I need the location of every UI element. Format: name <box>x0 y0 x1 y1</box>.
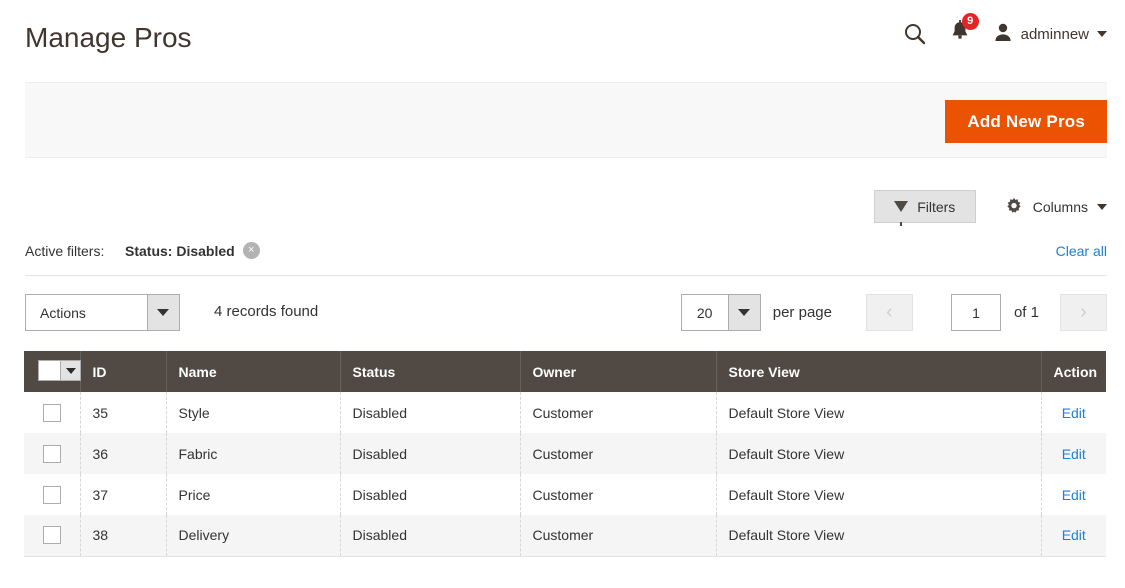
column-header-status[interactable]: Status <box>340 351 521 392</box>
cell-action: Edit <box>1041 515 1106 557</box>
row-checkbox[interactable] <box>42 403 61 422</box>
checkbox-box <box>39 361 60 380</box>
cell-store-view: Default Store View <box>716 392 1042 433</box>
columns-dropdown[interactable]: Columns <box>1004 197 1107 217</box>
cell-store-view: Default Store View <box>716 433 1042 474</box>
active-filter-text: Status: Disabled <box>125 242 235 259</box>
search-icon[interactable] <box>903 22 927 46</box>
column-header-action: Action <box>1041 351 1106 392</box>
grid-header-row: ID Name Status Owner Store View Action <box>24 351 1106 392</box>
pros-data-grid: ID Name Status Owner Store View Action 3… <box>24 351 1106 557</box>
cell-status: Disabled <box>340 474 521 515</box>
filters-button[interactable]: Filters <box>873 190 976 226</box>
records-found-text: 4 records found <box>214 303 319 320</box>
row-checkbox[interactable] <box>42 444 61 463</box>
filters-label: Filters <box>917 198 956 215</box>
close-icon[interactable]: × <box>242 242 260 259</box>
cell-owner: Customer <box>520 392 717 433</box>
per-page-value: 20 <box>696 304 713 321</box>
cell-owner: Customer <box>520 474 717 515</box>
column-header-owner[interactable]: Owner <box>520 351 717 392</box>
row-select-cell <box>24 392 81 433</box>
table-row[interactable]: 37 Price Disabled Customer Default Store… <box>24 474 1106 515</box>
table-row[interactable]: 38 Delivery Disabled Customer Default St… <box>24 515 1106 557</box>
active-filters-bar: Active filters: Status: Disabled × Clear… <box>25 240 1107 276</box>
cell-name: Style <box>166 392 341 433</box>
user-menu[interactable]: adminnew <box>993 22 1107 47</box>
cell-id: 35 <box>80 392 167 433</box>
actions-select[interactable]: Actions <box>25 294 180 331</box>
admin-grid-page: Manage Pros 9 adminnew Add New Pros Filt… <box>0 0 1125 588</box>
clear-all-link[interactable]: Clear all <box>1056 243 1107 259</box>
page-title: Manage Pros <box>25 22 192 53</box>
page-actions-band: Add New Pros <box>25 82 1107 158</box>
columns-label: Columns <box>1032 198 1088 215</box>
edit-link[interactable]: Edit <box>1062 446 1086 462</box>
chevron-down-icon <box>727 295 760 330</box>
cell-owner: Customer <box>520 515 717 557</box>
user-avatar-icon <box>993 22 1013 47</box>
user-name: adminnew <box>1020 25 1089 43</box>
cell-name: Delivery <box>166 515 341 557</box>
cell-status: Disabled <box>340 392 521 433</box>
column-header-name[interactable]: Name <box>166 351 341 392</box>
table-row[interactable]: 36 Fabric Disabled Customer Default Stor… <box>24 433 1106 474</box>
notification-count-badge: 9 <box>961 13 979 30</box>
add-new-pros-button[interactable]: Add New Pros <box>945 100 1107 143</box>
per-page-label: per page <box>772 304 832 321</box>
cell-action: Edit <box>1041 392 1106 433</box>
column-header-store-view[interactable]: Store View <box>716 351 1042 392</box>
page-header: Manage Pros 9 adminnew <box>0 0 1125 78</box>
grid-controls: Filters Columns <box>873 190 1107 226</box>
cell-owner: Customer <box>520 433 717 474</box>
cell-status: Disabled <box>340 515 521 557</box>
active-filters-label: Active filters: <box>25 243 105 259</box>
previous-page-button[interactable]: ‹ <box>865 294 913 331</box>
row-select-cell <box>24 474 81 515</box>
row-checkbox[interactable] <box>42 526 61 545</box>
page-total-label: of 1 <box>1013 304 1039 321</box>
cell-store-view: Default Store View <box>716 515 1042 557</box>
gear-icon <box>1004 197 1024 217</box>
edit-link[interactable]: Edit <box>1062 487 1086 503</box>
actions-select-value: Actions <box>40 304 86 321</box>
cell-action: Edit <box>1041 433 1106 474</box>
table-row[interactable]: 35 Style Disabled Customer Default Store… <box>24 392 1106 433</box>
header-actions: 9 adminnew <box>903 13 1107 48</box>
select-all-checkbox[interactable] <box>38 360 81 381</box>
column-header-id[interactable]: ID <box>80 351 167 392</box>
select-all-header <box>24 351 81 392</box>
per-page-select[interactable]: 20 <box>680 294 761 331</box>
active-filter-chip: Status: Disabled × <box>125 242 260 259</box>
page-number-input[interactable] <box>950 294 1001 331</box>
cell-id: 36 <box>80 433 167 474</box>
edit-link[interactable]: Edit <box>1062 527 1086 543</box>
row-checkbox[interactable] <box>42 485 61 504</box>
chevron-down-icon <box>1097 203 1107 210</box>
row-select-cell <box>24 515 81 557</box>
chevron-down-icon[interactable] <box>60 361 80 380</box>
cell-status: Disabled <box>340 433 521 474</box>
chevron-down-icon <box>1097 31 1107 37</box>
pagination: 20 per page ‹ of 1 › <box>680 294 1107 331</box>
funnel-icon <box>894 201 909 226</box>
cell-action: Edit <box>1041 474 1106 515</box>
grid-toolbar: Actions 4 records found 20 per page ‹ of… <box>25 294 1107 334</box>
row-select-cell <box>24 433 81 474</box>
chevron-down-icon <box>146 295 179 330</box>
cell-name: Fabric <box>166 433 341 474</box>
grid-body: 35 Style Disabled Customer Default Store… <box>24 392 1106 557</box>
cell-id: 37 <box>80 474 167 515</box>
edit-link[interactable]: Edit <box>1062 405 1086 421</box>
cell-name: Price <box>166 474 341 515</box>
next-page-button[interactable]: › <box>1060 294 1107 331</box>
notifications-button[interactable]: 9 <box>949 13 979 48</box>
cell-store-view: Default Store View <box>716 474 1042 515</box>
cell-id: 38 <box>80 515 167 557</box>
